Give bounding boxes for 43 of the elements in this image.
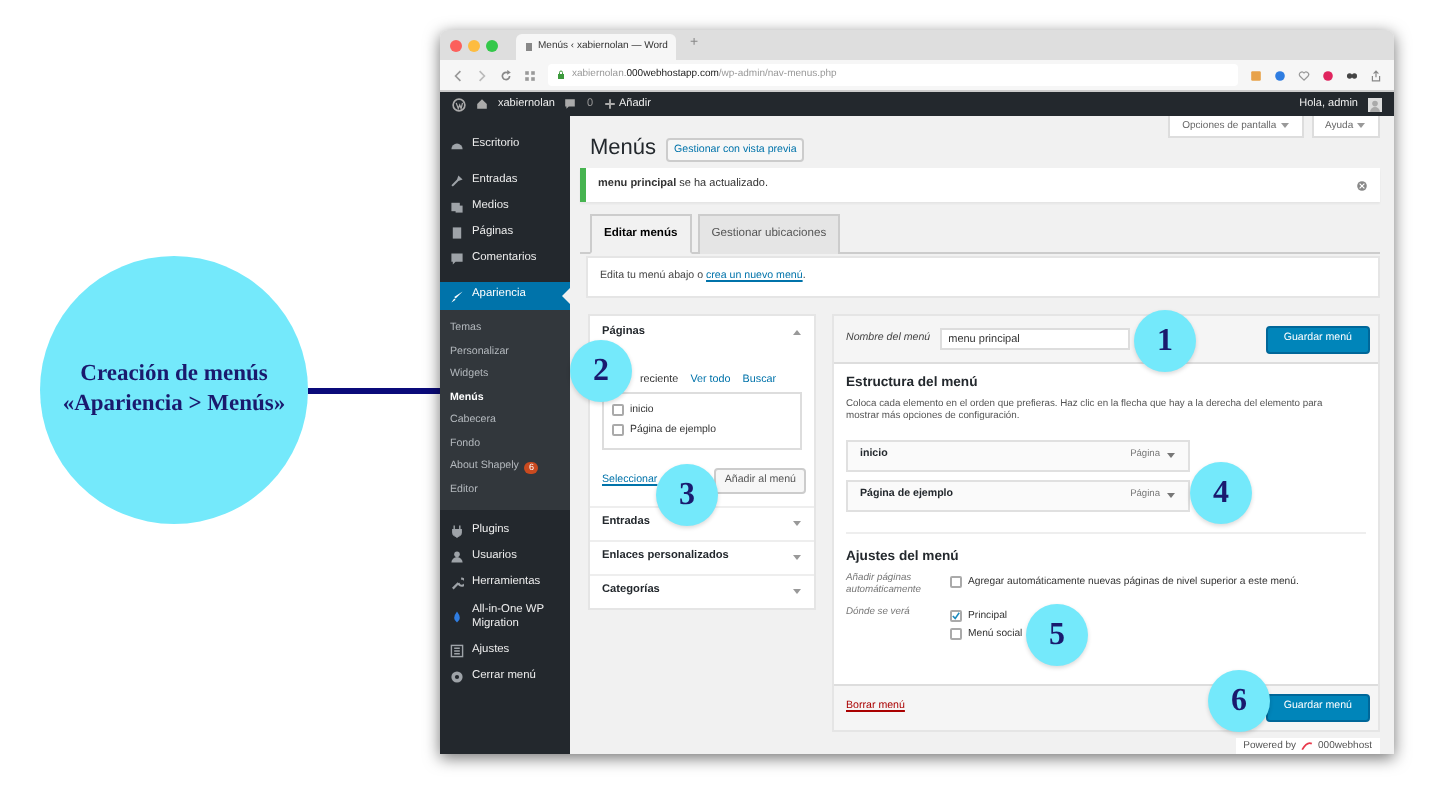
media-icon [450,200,464,214]
checkbox[interactable] [950,628,962,640]
checkbox[interactable] [950,576,962,589]
user-icon [450,550,464,564]
page-icon [524,42,534,52]
page-icon [450,226,464,240]
pin-icon [450,174,464,188]
circle-icon [450,670,464,684]
logo-icon [1300,739,1315,752]
dismiss-icon[interactable] [1356,179,1368,192]
wordpress-logo[interactable] [452,97,466,111]
drop-icon [450,610,464,624]
pointer-icon [562,288,570,304]
caret-icon [1279,120,1290,131]
caret-icon [792,552,802,563]
caret-icon [1166,489,1176,500]
checkbox[interactable] [612,403,624,416]
reload-icon[interactable] [500,69,512,81]
back-icon[interactable] [452,69,464,81]
comment-icon [450,252,464,266]
annotation-text: Creación de menús [80,360,268,390]
plus-icon[interactable] [603,98,615,110]
checkbox[interactable] [950,610,962,622]
plug-icon [450,524,464,538]
checkbox[interactable] [612,423,624,436]
gauge-icon [450,138,464,152]
caret-icon [792,586,802,597]
avatar-icon[interactable] [1368,97,1382,111]
forward-icon[interactable] [476,69,488,81]
home-icon[interactable] [476,98,488,110]
connector-line [308,387,440,393]
caret-icon [792,518,802,529]
grid-icon[interactable] [524,69,536,81]
comment-icon[interactable] [564,98,577,110]
caret-icon [1356,120,1366,131]
heart-icon[interactable] [1298,69,1310,81]
lock-icon [556,70,566,80]
brush-icon [450,289,464,303]
page-title: Menús [590,136,657,163]
caret-icon [1166,449,1176,460]
share-icon[interactable] [1370,69,1382,81]
annotation-text: «Apariencia > Menús» [62,390,286,420]
caret-icon [792,328,802,339]
